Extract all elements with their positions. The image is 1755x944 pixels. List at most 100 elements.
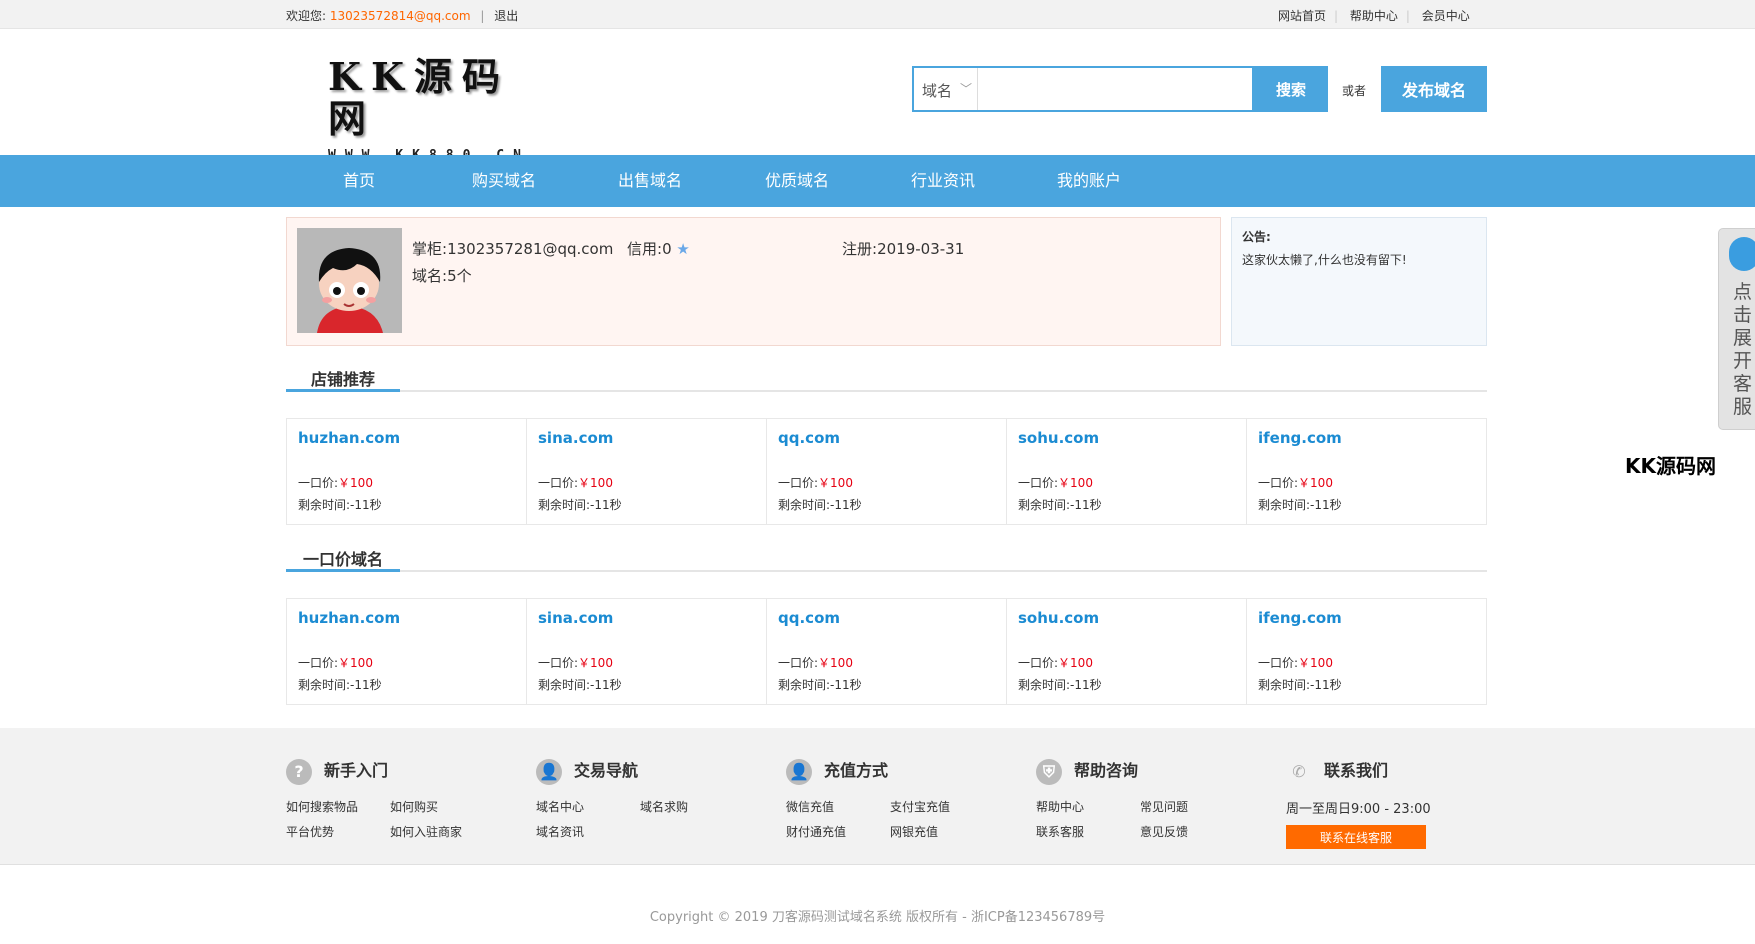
search-type-value: 域名	[922, 82, 953, 100]
user-pay-icon: 👤	[786, 758, 812, 785]
footer-col-help: ⛨ 帮助咨询 帮助中心 常见问题 联系客服 意见反馈	[1036, 758, 1276, 840]
nav-buy-domain[interactable]: 购买域名	[444, 155, 564, 207]
domain-name-link[interactable]: sina.com	[538, 429, 755, 447]
remain-time: -11秒	[590, 498, 622, 512]
footer-link[interactable]: 如何搜索物品	[286, 798, 390, 815]
footer-link[interactable]: 如何入驻商家	[390, 823, 494, 840]
shield-icon: ⛨	[1036, 758, 1062, 785]
nav-industry-news[interactable]: 行业资讯	[883, 155, 1003, 207]
price-value: ￥100	[578, 476, 613, 490]
divider: |	[480, 9, 485, 23]
or-label: 或者	[1342, 84, 1367, 98]
footer-link[interactable]: 微信充值	[786, 798, 890, 815]
domain-card[interactable]: sohu.com 一口价:￥100 剩余时间:-11秒	[1007, 599, 1247, 704]
footer-link[interactable]: 网银充值	[890, 823, 994, 840]
domain-name-link[interactable]: ifeng.com	[1258, 429, 1475, 447]
remain-time: -11秒	[830, 498, 862, 512]
footer-col-recharge: 👤 充值方式 微信充值 支付宝充值 财付通充值 网银充值	[786, 758, 1026, 840]
domain-name-link[interactable]: huzhan.com	[298, 429, 515, 447]
nav-my-account[interactable]: 我的账户	[1029, 155, 1149, 207]
footer-link[interactable]: 联系客服	[1036, 823, 1140, 840]
welcome-label: 欢迎您:	[286, 9, 327, 23]
search-type-select[interactable]: 域名 ﹀	[914, 68, 978, 110]
chat-bubble-icon	[1729, 237, 1755, 271]
footer-col-trade: 👤 交易导航 域名中心 域名求购 域名资讯	[536, 758, 776, 840]
footer-link[interactable]: 财付通充值	[786, 823, 890, 840]
domain-card[interactable]: ifeng.com 一口价:￥100 剩余时间:-11秒	[1247, 419, 1486, 524]
domain-card[interactable]: huzhan.com 一口价:￥100 剩余时间:-11秒	[287, 419, 527, 524]
nav-sell-domain[interactable]: 出售域名	[590, 155, 710, 207]
nav-home[interactable]: 首页	[299, 155, 419, 207]
price-value: ￥100	[1058, 656, 1093, 670]
price-value: ￥100	[338, 656, 373, 670]
question-icon: ?	[286, 758, 312, 785]
top-bar: 欢迎您: 13023572814@qq.com | 退出 网站首页 | 帮助中心 |…	[0, 0, 1755, 29]
domain-card[interactable]: sohu.com 一口价:￥100 剩余时间:-11秒	[1007, 419, 1247, 524]
footer-link[interactable]: 域名中心	[536, 798, 640, 815]
nav-premium-domain[interactable]: 优质域名	[737, 155, 857, 207]
recommend-cards: huzhan.com 一口价:￥100 剩余时间:-11秒 sina.com 一…	[286, 418, 1487, 525]
logo-title: KK源码网	[328, 54, 511, 141]
remain-time: -11秒	[350, 678, 382, 692]
footer-link[interactable]: 域名求购	[640, 798, 744, 815]
owner-email: 1302357281@qq.com	[447, 240, 614, 258]
domain-card[interactable]: sina.com 一口价:￥100 剩余时间:-11秒	[527, 599, 767, 704]
domain-card[interactable]: qq.com 一口价:￥100 剩余时间:-11秒	[767, 419, 1007, 524]
service-hours: 周一至周日9:00 - 23:00	[1286, 802, 1431, 817]
section-header-fixed: 一口价域名	[286, 542, 1487, 572]
domain-name-link[interactable]: sohu.com	[1018, 609, 1235, 627]
register-date: 2019-03-31	[877, 240, 965, 258]
watermark: KK源码网	[1625, 454, 1716, 478]
domain-name-link[interactable]: ifeng.com	[1258, 609, 1475, 627]
user-trade-icon: 👤	[536, 758, 562, 785]
user-email-link[interactable]: 13023572814@qq.com	[330, 9, 471, 23]
price-value: ￥100	[818, 476, 853, 490]
domain-name-link[interactable]: sohu.com	[1018, 429, 1235, 447]
notice-title: 公告:	[1242, 230, 1271, 244]
domain-name-link[interactable]: qq.com	[778, 609, 995, 627]
domain-card[interactable]: ifeng.com 一口价:￥100 剩余时间:-11秒	[1247, 599, 1486, 704]
remain-time: -11秒	[830, 678, 862, 692]
remain-time: -11秒	[1310, 678, 1342, 692]
section-title: 店铺推荐	[286, 362, 400, 392]
online-service-button[interactable]: 联系在线客服	[1286, 825, 1426, 849]
domain-card[interactable]: huzhan.com 一口价:￥100 剩余时间:-11秒	[287, 599, 527, 704]
section-title: 一口价域名	[286, 542, 400, 572]
footer-link[interactable]: 域名资讯	[536, 823, 640, 840]
footer-link[interactable]: 常见问题	[1140, 798, 1244, 815]
domain-card[interactable]: sina.com 一口价:￥100 剩余时间:-11秒	[527, 419, 767, 524]
chevron-down-icon: ﹀	[960, 82, 973, 96]
footer-link[interactable]: 意见反馈	[1140, 823, 1244, 840]
section-header-recommend: 店铺推荐	[286, 362, 1487, 392]
domain-card[interactable]: qq.com 一口价:￥100 剩余时间:-11秒	[767, 599, 1007, 704]
help-link[interactable]: 帮助中心	[1350, 9, 1398, 23]
domain-name-link[interactable]: qq.com	[778, 429, 995, 447]
footer-col-beginner: ? 新手入门 如何搜索物品 如何购买 平台优势 如何入驻商家	[286, 758, 526, 840]
avatar	[297, 228, 402, 333]
notice-content: 这家伙太懒了,什么也没有留下!	[1242, 253, 1407, 267]
site-logo[interactable]: KK源码网 WWW.KK880.CN	[328, 56, 558, 164]
price-value: ￥100	[818, 656, 853, 670]
domain-name-link[interactable]: sina.com	[538, 609, 755, 627]
domain-name-link[interactable]: huzhan.com	[298, 609, 515, 627]
domain-count-info: 域名:5个	[412, 267, 472, 285]
logout-link[interactable]: 退出	[494, 9, 518, 23]
customer-service-tab[interactable]: 点击展开客服	[1718, 228, 1755, 430]
footer-link[interactable]: 如何购买	[390, 798, 494, 815]
fixed-price-cards: huzhan.com 一口价:￥100 剩余时间:-11秒 sina.com 一…	[286, 598, 1487, 705]
footer-link[interactable]: 平台优势	[286, 823, 390, 840]
footer-col-title: 联系我们	[1324, 761, 1389, 780]
remain-time: -11秒	[1310, 498, 1342, 512]
search-input[interactable]	[980, 68, 1250, 110]
remain-time: -11秒	[590, 678, 622, 692]
footer-col-contact: ✆ 联系我们 周一至周日9:00 - 23:00 联系在线客服	[1286, 758, 1526, 849]
search-button[interactable]: 搜索	[1254, 66, 1328, 112]
home-link[interactable]: 网站首页	[1278, 9, 1326, 23]
credit-value: 0	[662, 240, 672, 258]
footer-link[interactable]: 支付宝充值	[890, 798, 994, 815]
copyright: Copyright © 2019 刀客源码测试域名系统 版权所有 - 浙ICP备…	[649, 910, 1106, 925]
remain-time: -11秒	[1070, 498, 1102, 512]
publish-domain-button[interactable]: 发布域名	[1381, 66, 1487, 112]
member-link[interactable]: 会员中心	[1422, 9, 1470, 23]
footer-link[interactable]: 帮助中心	[1036, 798, 1140, 815]
